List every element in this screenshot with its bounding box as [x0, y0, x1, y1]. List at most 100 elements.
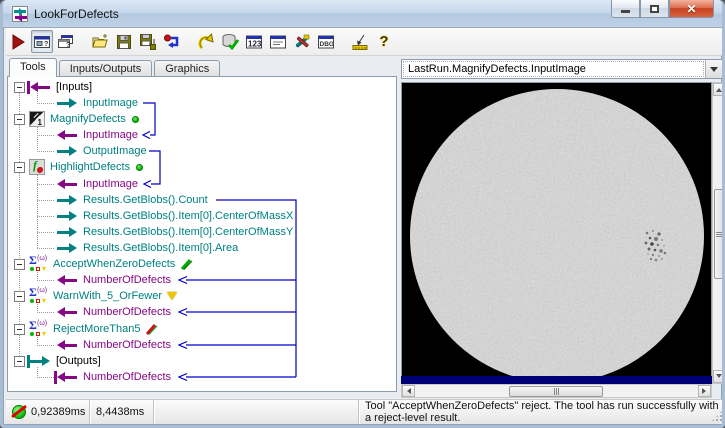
- tree-item-inputs[interactable]: [Inputs]: [14, 79, 92, 95]
- tree-item-magnifydefects[interactable]: MagnifyDefects: [14, 111, 139, 127]
- close-button[interactable]: ✕: [669, 0, 714, 18]
- undo-button[interactable]: [195, 30, 217, 53]
- collapse-icon[interactable]: [14, 290, 25, 302]
- output-pin-icon: [56, 145, 78, 156]
- new-image-window-button[interactable]: ?: [55, 30, 77, 53]
- horizontal-scroll-thumb[interactable]: [509, 386, 603, 397]
- tools-tree-panel: [Inputs] InputImage MagnifyDefects Input…: [7, 76, 397, 392]
- output-pin-icon: [56, 226, 78, 237]
- tree-item-accept-numberofdefects[interactable]: NumberOfDefects: [56, 272, 171, 288]
- run-icon: [12, 33, 25, 50]
- tree-item-warnwith5orfewer[interactable]: Σ (ω) WarnWith_5_OrFewer: [14, 285, 178, 304]
- scroll-up-button[interactable]: [713, 83, 722, 96]
- tree-item-warn-numberofdefects[interactable]: NumberOfDefects: [56, 304, 171, 320]
- tree-item-area[interactable]: Results.GetBlobs().Item[0].Area: [56, 240, 238, 256]
- tree-item-centerofmassy[interactable]: Results.GetBlobs().Item[0].CenterOfMassY: [56, 224, 293, 240]
- scroll-left-button[interactable]: [402, 385, 415, 397]
- image-tool-icon: [29, 111, 45, 127]
- input-pin-icon: [56, 274, 78, 285]
- vertical-scroll-thumb[interactable]: [714, 189, 722, 279]
- collapse-icon[interactable]: [14, 323, 25, 335]
- tree-item-reject-numberofdefects[interactable]: NumberOfDefects: [56, 337, 171, 353]
- tree-item-magnify-inputimage[interactable]: InputImage: [56, 127, 138, 143]
- windows-cascade-icon: ?: [58, 34, 73, 49]
- tab-graphics[interactable]: Graphics: [154, 60, 221, 77]
- application-window: LookForDefects ✕ ? ? 123 DBG ? Tools Inp…: [0, 0, 725, 428]
- arrow-up-icon: [715, 85, 722, 92]
- collapse-icon[interactable]: [14, 258, 25, 270]
- properties-window-button[interactable]: [267, 30, 289, 53]
- inputs-terminal-icon: [27, 80, 51, 94]
- warn-status-icon: [167, 292, 178, 300]
- collapse-icon[interactable]: [14, 113, 25, 125]
- debug-window-button[interactable]: DBG: [315, 30, 337, 53]
- results-analysis-tool-icon: Σ (ω): [29, 285, 48, 304]
- tools-options-button[interactable]: [291, 30, 313, 53]
- tree-item-centerofmassx[interactable]: Results.GetBlobs().Item[0].CenterOfMassX: [56, 208, 293, 224]
- tree-guide-line: [37, 103, 55, 104]
- output-pin-icon: [56, 194, 78, 205]
- job-icon: [12, 5, 28, 22]
- probe-button[interactable]: [349, 30, 371, 53]
- collapse-icon[interactable]: [14, 81, 25, 93]
- tab-tools[interactable]: Tools: [9, 58, 57, 77]
- minimize-button[interactable]: [611, 0, 640, 18]
- svg-text:123: 123: [248, 39, 262, 48]
- input-pin-icon: [56, 306, 78, 317]
- database-check-icon: [222, 33, 239, 50]
- tree-item-outputs-numberofdefects[interactable]: NumberOfDefects: [54, 369, 171, 385]
- maximize-button[interactable]: [640, 0, 669, 18]
- svg-text:?: ?: [66, 42, 70, 49]
- tree-item-blobs-count[interactable]: Results.GetBlobs().Count: [56, 192, 208, 208]
- total-time-panel: 8,4438ms: [90, 400, 154, 424]
- show-image-window-button[interactable]: ?: [31, 30, 53, 53]
- combobox-dropdown-button[interactable]: [705, 60, 722, 78]
- open-button[interactable]: [89, 30, 111, 53]
- scroll-right-button[interactable]: [698, 385, 711, 397]
- tree-guide-line: [37, 184, 55, 185]
- tree-item-highlight-inputimage[interactable]: InputImage: [56, 176, 138, 192]
- output-pin-icon: [56, 97, 78, 108]
- tree-item-acceptwhenzerodefects[interactable]: Σ (ω) AcceptWhenZeroDefects: [14, 253, 193, 272]
- tree-item-inputimage-source[interactable]: InputImage: [56, 95, 138, 111]
- image-display: [401, 82, 712, 384]
- save-button[interactable]: [113, 30, 135, 53]
- status-message: Tool "AcceptWhenZeroDefects" reject. The…: [365, 400, 719, 424]
- run-time: 0,92389ms: [31, 406, 86, 418]
- tree-item-rejectmorethan5[interactable]: Σ (ω) RejectMoreThan5: [14, 318, 158, 337]
- input-pin-icon: [56, 339, 78, 350]
- list-window-icon: [270, 35, 286, 48]
- output-pin-icon: [56, 242, 78, 253]
- debug-window-icon: DBG: [318, 35, 334, 48]
- import-button[interactable]: [161, 30, 183, 53]
- tree-item-highlightdefects[interactable]: HighlightDefects: [14, 158, 144, 175]
- message-panel: Tool "AcceptWhenZeroDefects" reject. The…: [359, 400, 722, 424]
- spacer-panel: [154, 400, 359, 424]
- import-arrow-icon: [164, 34, 179, 48]
- collapse-icon[interactable]: [14, 355, 25, 367]
- tab-strip: Tools Inputs/Outputs Graphics: [9, 58, 222, 77]
- run-button[interactable]: [7, 30, 29, 53]
- tree-guide-line: [37, 151, 55, 152]
- tool-ok-status-icon: [136, 163, 144, 171]
- horizontal-scrollbar[interactable]: [401, 384, 712, 398]
- open-folder-icon: [92, 33, 108, 47]
- tab-inputs-outputs[interactable]: Inputs/Outputs: [58, 60, 153, 77]
- tree-guide-line: [37, 280, 55, 281]
- toolbar: ? ? 123 DBG ?: [6, 28, 722, 56]
- collapse-icon[interactable]: [14, 161, 25, 173]
- scroll-down-button[interactable]: [713, 370, 722, 383]
- status-bar: 0,92389ms 8,4438ms Tool "AcceptWhenZeroD…: [6, 399, 722, 424]
- vertical-scrollbar[interactable]: [712, 82, 722, 384]
- save-as-button[interactable]: [137, 30, 159, 53]
- tree-item-magnify-outputimage[interactable]: OutputImage: [56, 143, 147, 159]
- chevron-down-icon: [710, 66, 718, 76]
- output-pin-icon: [56, 210, 78, 221]
- tree-guide-line: [37, 248, 55, 249]
- database-check-button[interactable]: [219, 30, 241, 53]
- calibration-button[interactable]: 123: [243, 30, 265, 53]
- tree-item-outputs[interactable]: [Outputs]: [14, 353, 101, 369]
- tree-guide-line: [37, 135, 55, 136]
- image-selector-combobox[interactable]: LastRun.MagnifyDefects.InputImage: [401, 59, 722, 79]
- help-button[interactable]: ?: [373, 30, 395, 53]
